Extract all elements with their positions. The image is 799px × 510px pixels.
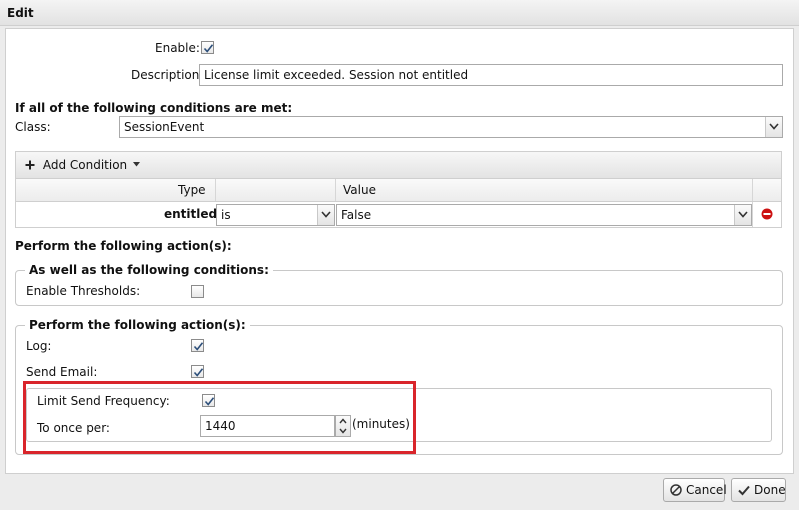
check-icon bbox=[193, 342, 204, 351]
conditions-heading: If all of the following conditions are m… bbox=[15, 101, 293, 115]
column-divider bbox=[752, 202, 753, 227]
actions-group-legend: Perform the following action(s): bbox=[25, 318, 250, 332]
cancel-button-label: Cancel bbox=[686, 483, 727, 497]
enable-checkbox[interactable] bbox=[201, 41, 214, 54]
dialog-titlebar: Edit bbox=[0, 0, 799, 26]
log-label: Log: bbox=[26, 339, 52, 353]
value-dropdown-button[interactable] bbox=[734, 205, 751, 225]
enable-thresholds-checkbox[interactable] bbox=[191, 285, 204, 298]
class-dropdown-button[interactable] bbox=[765, 117, 782, 137]
add-condition-button[interactable]: Add Condition bbox=[25, 158, 140, 172]
send-email-label: Send Email: bbox=[26, 365, 98, 379]
column-divider bbox=[752, 179, 753, 201]
conditions-grid-header: Type Value bbox=[15, 179, 782, 202]
condition-value-value: False bbox=[341, 208, 372, 222]
column-divider bbox=[215, 179, 216, 201]
send-email-checkbox[interactable] bbox=[191, 365, 204, 378]
caret-down-icon bbox=[132, 162, 140, 167]
thresholds-group-legend: As well as the following conditions: bbox=[25, 263, 273, 277]
enable-label: Enable: bbox=[155, 41, 200, 55]
check-icon bbox=[738, 485, 750, 496]
plus-icon bbox=[25, 160, 35, 170]
dialog-title: Edit bbox=[7, 6, 34, 20]
chevron-down-icon bbox=[769, 123, 779, 130]
highlight-box bbox=[23, 381, 416, 454]
condition-type-cell: entitled: bbox=[164, 207, 222, 221]
condition-operator-select[interactable]: is bbox=[216, 204, 335, 226]
column-header-type: Type bbox=[178, 183, 206, 197]
class-label: Class: bbox=[15, 120, 51, 134]
done-button[interactable]: Done bbox=[731, 478, 786, 502]
conditions-toolbar: Add Condition bbox=[15, 151, 782, 179]
description-input[interactable]: License limit exceeded. Session not enti… bbox=[199, 64, 783, 86]
class-select-value: SessionEvent bbox=[124, 120, 205, 134]
column-header-value: Value bbox=[343, 183, 376, 197]
operator-dropdown-button[interactable] bbox=[317, 205, 334, 225]
actions-heading: Perform the following action(s): bbox=[15, 239, 232, 253]
add-condition-label: Add Condition bbox=[42, 158, 128, 172]
condition-value-select[interactable]: False bbox=[336, 204, 752, 226]
condition-operator-value: is bbox=[221, 208, 231, 222]
check-icon bbox=[193, 368, 204, 377]
class-select[interactable]: SessionEvent bbox=[119, 116, 783, 138]
done-button-label: Done bbox=[754, 483, 786, 497]
enable-thresholds-label: Enable Thresholds: bbox=[26, 284, 141, 298]
cancel-icon bbox=[670, 484, 682, 496]
check-icon bbox=[203, 44, 214, 53]
column-divider bbox=[335, 179, 336, 201]
cancel-button[interactable]: Cancel bbox=[663, 478, 727, 502]
remove-condition-icon[interactable] bbox=[761, 208, 773, 220]
chevron-down-icon bbox=[738, 211, 748, 218]
log-checkbox[interactable] bbox=[191, 339, 204, 352]
description-label: Description: bbox=[131, 68, 204, 82]
chevron-down-icon bbox=[321, 211, 331, 218]
table-row: entitled: is False bbox=[15, 202, 782, 228]
